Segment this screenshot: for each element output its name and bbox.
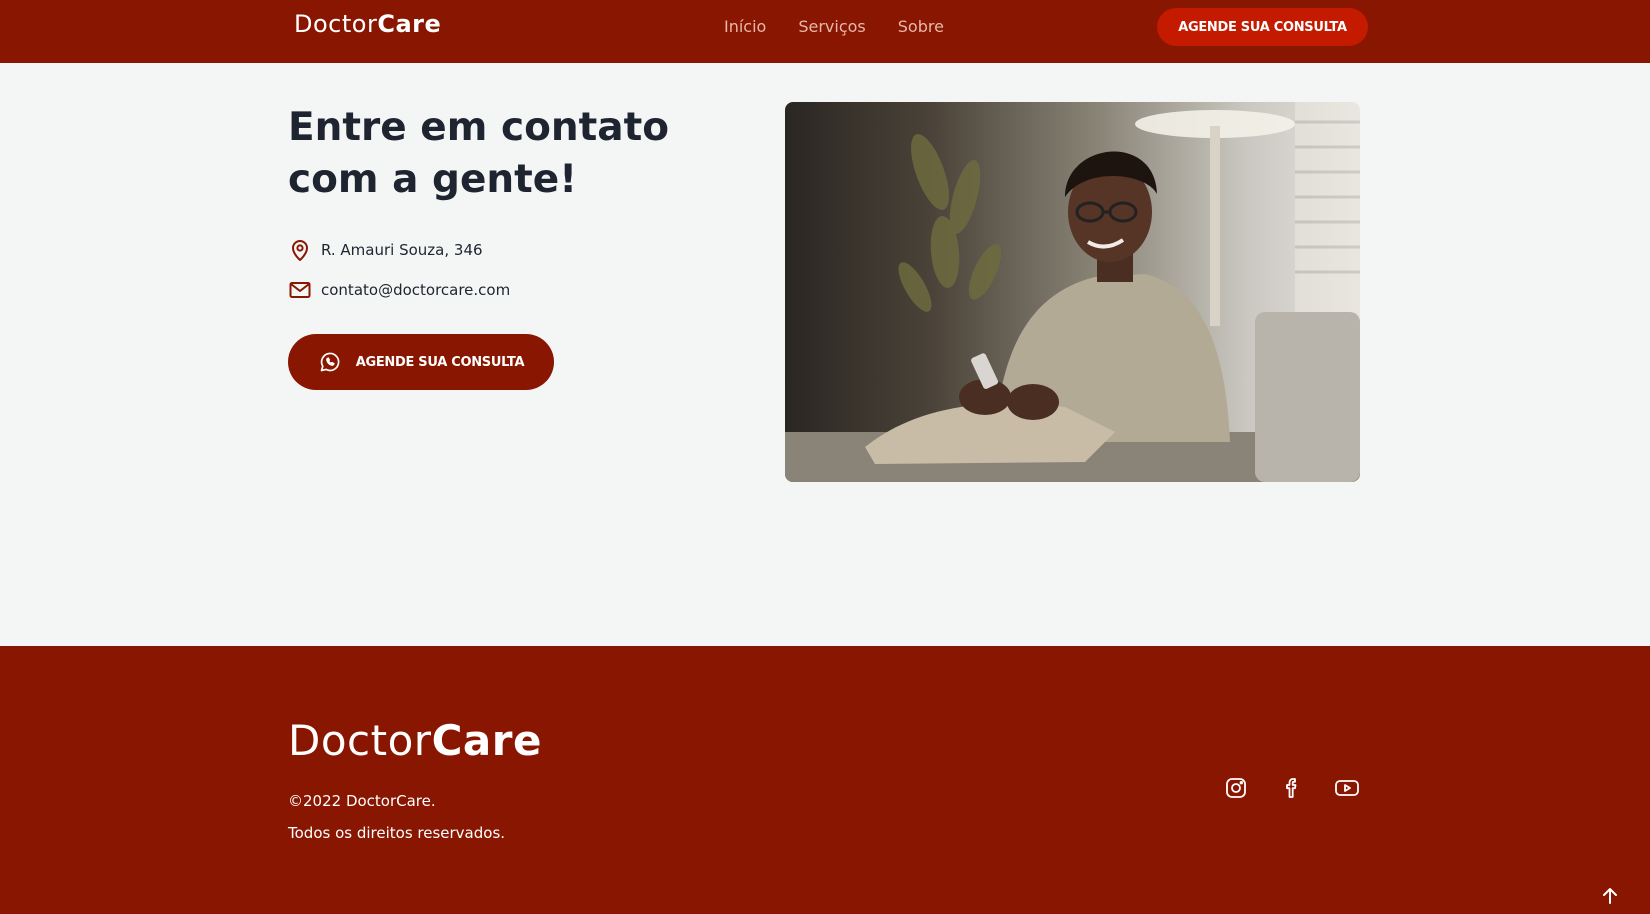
mail-icon: [288, 278, 312, 302]
nav-link-sobre[interactable]: Sobre: [898, 17, 944, 36]
arrow-up-icon[interactable]: [1598, 884, 1622, 908]
nav-link-inicio[interactable]: Início: [724, 17, 766, 36]
email-link[interactable]: contato@doctorcare.com: [321, 281, 510, 299]
header-logo[interactable]: DoctorCare: [294, 10, 441, 38]
logo-bold: Care: [377, 10, 442, 38]
contact-photo-illustration: [785, 102, 1360, 482]
contact-title: Entre em contato com a gente!: [288, 102, 708, 206]
whatsapp-schedule-button[interactable]: AGENDE SUA CONSULTA: [288, 334, 554, 390]
whatsapp-schedule-label: AGENDE SUA CONSULTA: [355, 354, 525, 370]
whatsapp-icon: [318, 350, 342, 374]
map-pin-icon: [288, 238, 312, 262]
nav-link-servicos[interactable]: Serviços: [798, 17, 865, 36]
site-footer: DoctorCare ©2022 DoctorCare. Todos os di…: [0, 646, 1650, 914]
main-nav: Início Serviços Sobre: [724, 17, 944, 36]
header-schedule-button[interactable]: AGENDE SUA CONSULTA: [1157, 8, 1368, 46]
footer-copyright: ©2022 DoctorCare.: [288, 792, 436, 810]
youtube-icon[interactable]: [1333, 774, 1361, 802]
footer-logo-bold: Care: [431, 716, 542, 765]
footer-logo[interactable]: DoctorCare: [288, 716, 542, 765]
footer-rights: Todos os direitos reservados.: [288, 824, 506, 842]
contact-photo: [785, 102, 1360, 482]
contact-title-line1: Entre em contato: [288, 105, 670, 150]
instagram-icon[interactable]: [1222, 774, 1250, 802]
contact-title-line2: com a gente!: [288, 157, 578, 202]
contact-email: contato@doctorcare.com: [288, 278, 510, 302]
address-text: R. Amauri Souza, 346: [321, 241, 483, 259]
site-header: DoctorCare Início Serviços Sobre AGENDE …: [0, 0, 1650, 63]
footer-logo-regular: Doctor: [288, 716, 432, 765]
logo-regular: Doctor: [294, 10, 378, 38]
contact-address: R. Amauri Souza, 346: [288, 238, 483, 262]
facebook-icon[interactable]: [1278, 774, 1306, 802]
